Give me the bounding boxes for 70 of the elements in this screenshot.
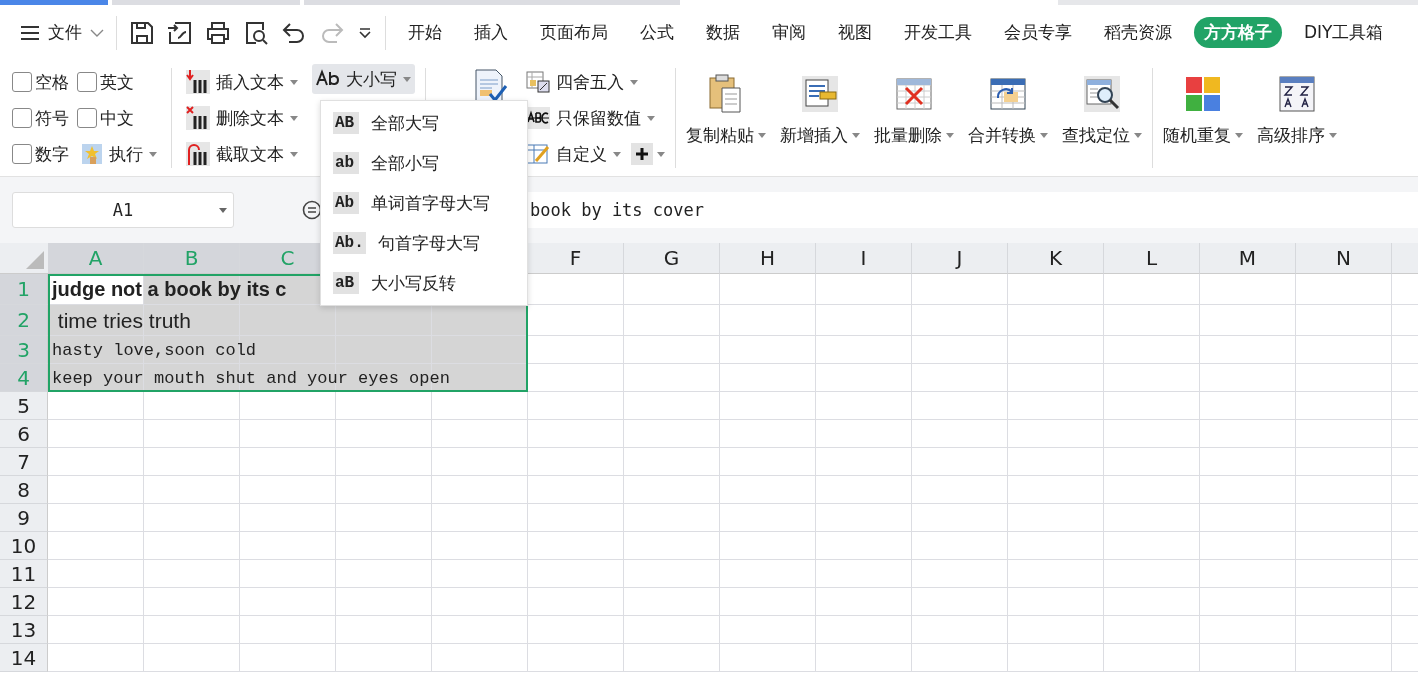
ribbon-tab[interactable]: 开发工具 <box>894 17 982 48</box>
ribbon-tab[interactable]: 稻壳资源 <box>1094 17 1182 48</box>
row-header[interactable]: 8 <box>0 476 48 504</box>
ribbon-tab[interactable]: DIY工具箱 <box>1294 17 1394 48</box>
insert-bars-icon <box>186 70 210 94</box>
row-header[interactable]: 14 <box>0 644 48 672</box>
formula-icon[interactable] <box>302 200 322 220</box>
case-sample-icon: Ab <box>333 192 359 214</box>
case-sample-icon: aB <box>333 272 359 294</box>
ribbon-tab[interactable]: 插入 <box>464 17 518 48</box>
ribbon-tab[interactable]: 公式 <box>630 17 684 48</box>
cut-bars-icon <box>186 142 210 166</box>
ribbon-button[interactable]: 复制粘贴 <box>686 68 766 168</box>
row-header[interactable]: 7 <box>0 448 48 476</box>
row-header[interactable]: 9 <box>0 504 48 532</box>
text-tool-button[interactable]: 插入文本 <box>182 67 302 97</box>
checkbox[interactable]: 空格 <box>12 70 69 94</box>
cell-text: hasty love,soon cold <box>51 340 257 360</box>
checkbox[interactable]: 英文 <box>77 70 161 94</box>
table-percent-icon <box>526 71 550 93</box>
ribbon-button[interactable]: 随机重复 <box>1163 68 1243 168</box>
menu-item[interactable]: ab 全部小写 <box>321 143 527 183</box>
magnifier-table-icon <box>1082 74 1122 114</box>
plus-icon <box>631 143 653 165</box>
az-sort-icon <box>1277 74 1317 114</box>
row-header[interactable]: 6 <box>0 420 48 448</box>
four-squares-icon <box>1183 74 1223 114</box>
row-header[interactable]: 13 <box>0 616 48 644</box>
menu-item[interactable]: AB 全部大写 <box>321 103 527 143</box>
row-header[interactable]: 10 <box>0 532 48 560</box>
export-icon[interactable] <box>167 19 193 46</box>
menu-icon <box>20 24 40 41</box>
number-tool-button[interactable]: 四舍五入 <box>522 67 665 97</box>
save-icon[interactable] <box>129 19 155 46</box>
case-button[interactable]: 大小写 <box>312 64 415 94</box>
case-sample-icon: Ab. <box>333 232 366 254</box>
delete-bars-icon <box>186 106 210 130</box>
star-hand-icon <box>81 143 103 165</box>
row-header[interactable]: 5 <box>0 392 48 420</box>
ribbon-tab[interactable]: 视图 <box>828 17 882 48</box>
cell-text: judge not a book by its c <box>50 278 287 301</box>
ribbon-tab[interactable]: 页面布局 <box>530 17 618 48</box>
ribbon-tab[interactable]: 会员专享 <box>994 17 1082 48</box>
cell-text: keep your mouth shut and your eyes open <box>51 368 450 388</box>
printer-icon[interactable] <box>205 19 231 46</box>
ribbon-tab[interactable]: 审阅 <box>762 17 816 48</box>
print-preview-icon[interactable] <box>243 19 269 46</box>
text-tool-button[interactable]: 截取文本 <box>182 139 302 169</box>
ribbon-button[interactable]: 高级排序 <box>1257 68 1337 168</box>
checkbox[interactable]: 符号 <box>12 106 69 130</box>
ribbon-tab[interactable]: 数据 <box>696 17 750 48</box>
ribbon-button[interactable]: 合并转换 <box>968 68 1048 168</box>
name-box[interactable]: A1 <box>12 192 234 228</box>
row-header[interactable]: 12 <box>0 588 48 616</box>
execute-button[interactable]: 执行 <box>77 139 161 169</box>
text-tool-button[interactable]: 删除文本 <box>182 103 302 133</box>
case-sample-icon: ab <box>333 152 359 174</box>
insert-row-icon <box>800 74 840 114</box>
case-sample-icon: AB <box>333 112 359 134</box>
checkbox[interactable]: 数字 <box>12 142 69 166</box>
row-header[interactable]: 11 <box>0 560 48 588</box>
file-menu-button[interactable]: 文件 <box>20 21 104 44</box>
cell-text: time tries truth <box>56 308 191 333</box>
checkbox[interactable]: 中文 <box>77 106 161 130</box>
ribbon-button[interactable]: 批量删除 <box>874 68 954 168</box>
add-button[interactable] <box>631 143 665 165</box>
ribbon-button[interactable]: 查找定位 <box>1062 68 1142 168</box>
ribbon-button[interactable]: 新增插入 <box>780 68 860 168</box>
ribbon-tab[interactable]: 开始 <box>398 17 452 48</box>
chevron-down-icon <box>90 27 104 38</box>
